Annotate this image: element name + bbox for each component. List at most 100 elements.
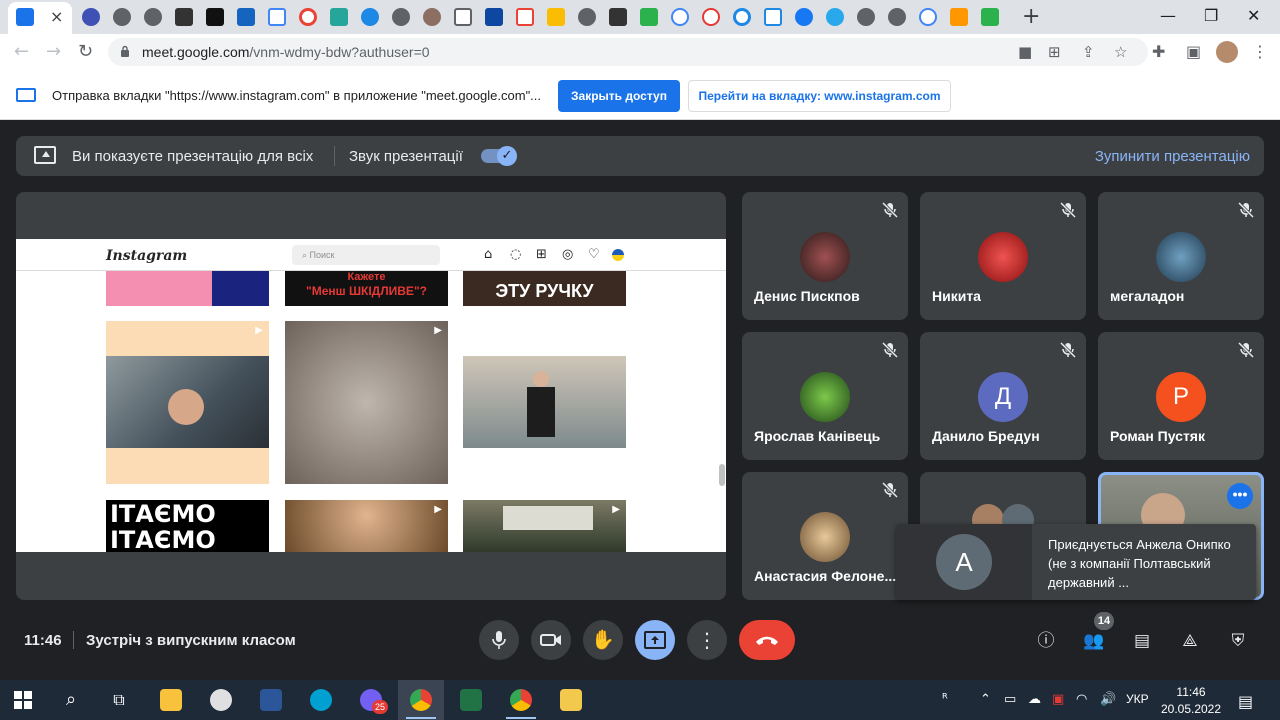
bookmark-star-icon[interactable]: ☆ [1114, 43, 1127, 61]
search-button[interactable]: ⌕ [48, 680, 94, 720]
present-button[interactable] [635, 620, 675, 660]
more-options-button[interactable]: ⋮ [687, 620, 727, 660]
antivirus-icon[interactable]: ▣ [1052, 692, 1064, 707]
chevron-up-icon[interactable]: ⌃ [980, 692, 991, 707]
paint-button[interactable] [198, 680, 244, 720]
site-icon[interactable] [888, 8, 906, 26]
participant-tile[interactable]: Анастасия Фелоне... [742, 472, 908, 600]
site-icon[interactable] [609, 8, 627, 26]
window-close-icon[interactable]: ✕ [1247, 6, 1260, 25]
battery-icon[interactable]: ▭ [1004, 692, 1016, 707]
chrome-profile-button[interactable] [498, 680, 544, 720]
wifi-icon[interactable]: ◠ [1076, 692, 1087, 707]
speaker-icon[interactable]: 🔊 [1100, 692, 1116, 707]
doc-icon[interactable] [268, 8, 286, 26]
extensions-icon[interactable]: ✚ [1152, 42, 1165, 61]
google-icon[interactable] [919, 8, 937, 26]
viber-button[interactable]: 25 [348, 680, 394, 720]
restore-icon[interactable]: ❐ [1204, 6, 1218, 25]
new-tab-button[interactable]: + [1022, 4, 1040, 29]
m-icon[interactable] [950, 8, 968, 26]
chrome-icon[interactable] [578, 8, 596, 26]
switch-to-tab-button[interactable]: Перейти на вкладку: www.instagram.com [688, 80, 951, 112]
tab-close-button[interactable]: × [50, 7, 63, 26]
record-icon[interactable] [299, 8, 317, 26]
site-icon[interactable] [175, 8, 193, 26]
site-icon[interactable] [113, 8, 131, 26]
screen-icon[interactable] [764, 8, 782, 26]
camera-in-use-icon[interactable]: ■ [1018, 43, 1032, 61]
task-view-button[interactable]: ⧉ [96, 680, 142, 720]
side-panel-icon[interactable]: ▣ [1186, 42, 1201, 61]
host-controls-button[interactable]: ⛨ [1225, 628, 1251, 654]
gmail-icon[interactable] [516, 8, 534, 26]
pin-icon[interactable] [702, 8, 720, 26]
site-icon[interactable] [361, 8, 379, 26]
participant-tile[interactable]: Никита [920, 192, 1086, 320]
feedly-icon[interactable] [640, 8, 658, 26]
address-bar[interactable]: meet.google.com/vnm-wdmy-bdw?authuser=0 … [108, 38, 1148, 66]
stop-presenting-button[interactable]: Зупинити презентацію [1095, 148, 1250, 165]
menu-dots-icon[interactable]: ⋮ [1252, 42, 1268, 61]
meeting-info-button[interactable]: ⓘ [1033, 628, 1059, 654]
book-icon[interactable] [454, 8, 472, 26]
back-arrow-icon[interactable]: ← [14, 41, 29, 62]
feedly-icon[interactable] [981, 8, 999, 26]
webex-button[interactable] [298, 680, 344, 720]
start-button[interactable] [0, 680, 46, 720]
site-icon[interactable] [144, 8, 162, 26]
forward-arrow-icon[interactable]: → [46, 41, 61, 62]
camera-toggle-button[interactable] [531, 620, 571, 660]
participant-tile[interactable]: Ярослав Канівець [742, 332, 908, 460]
more-options-button[interactable]: ••• [1227, 483, 1253, 509]
windows-taskbar: ⌕ ⧉ 25 ᴿ ⌃ ▭ ☁ ▣ ◠ 🔊 УКР ▤ [0, 680, 1280, 720]
participant-tile[interactable]: Д Данило Бредун [920, 332, 1086, 460]
minimize-icon[interactable]: — [1160, 6, 1176, 25]
excel-button[interactable] [448, 680, 494, 720]
chrome-button[interactable] [398, 680, 444, 720]
notification-center-icon[interactable]: ▤ [1238, 692, 1253, 711]
language-indicator[interactable]: УКР [1126, 692, 1149, 706]
people-icon[interactable]: ᴿ [942, 692, 948, 707]
drive-icon[interactable] [547, 8, 565, 26]
leave-call-button[interactable] [739, 620, 795, 660]
translate-icon[interactable]: ⊞ [1048, 43, 1061, 61]
target-icon[interactable] [733, 8, 751, 26]
participant-tile[interactable]: мегаладон [1098, 192, 1264, 320]
telegram-icon[interactable] [826, 8, 844, 26]
google-icon[interactable] [671, 8, 689, 26]
profile-avatar[interactable] [1216, 41, 1238, 63]
chat-button[interactable]: ▤ [1129, 628, 1155, 654]
terminal-icon[interactable] [206, 8, 224, 26]
present-screen-icon [644, 631, 666, 649]
reload-icon[interactable]: ↻ [78, 41, 93, 62]
facebook-icon[interactable] [795, 8, 813, 26]
spinner-icon[interactable] [392, 8, 410, 26]
mic-toggle-button[interactable] [479, 620, 519, 660]
calendar-icon[interactable] [16, 8, 34, 26]
system-clock[interactable]: 11:46 20.05.2022 [1160, 684, 1222, 718]
participants-button[interactable]: 👥 [1081, 628, 1107, 654]
site-icon[interactable] [423, 8, 441, 26]
onedrive-icon[interactable]: ☁ [1028, 692, 1041, 707]
check-icon[interactable]: ✓ [497, 146, 517, 166]
word-button[interactable] [248, 680, 294, 720]
shape-icon[interactable] [330, 8, 348, 26]
participant-tile[interactable]: Р Роман Пустяк [1098, 332, 1264, 460]
share-icon[interactable]: ⇪ [1082, 43, 1095, 61]
stop-sharing-button[interactable]: Закрыть доступ [558, 80, 680, 112]
site-icon[interactable] [857, 8, 875, 26]
explore-icon: ◎ [562, 247, 574, 262]
file-explorer-button[interactable] [148, 680, 194, 720]
participant-tile[interactable]: Денис Пискпов [742, 192, 908, 320]
ua-icon[interactable] [237, 8, 255, 26]
lock-icon[interactable] [120, 45, 130, 57]
avatar: Д [978, 372, 1028, 422]
file-app-button[interactable] [548, 680, 594, 720]
site-icon[interactable] [82, 8, 100, 26]
avatar [1156, 232, 1206, 282]
activities-button[interactable]: ⟁ [1177, 628, 1203, 654]
raise-hand-button[interactable]: ✋ [583, 620, 623, 660]
scrollbar[interactable] [719, 464, 725, 486]
ai-icon[interactable] [485, 8, 503, 26]
